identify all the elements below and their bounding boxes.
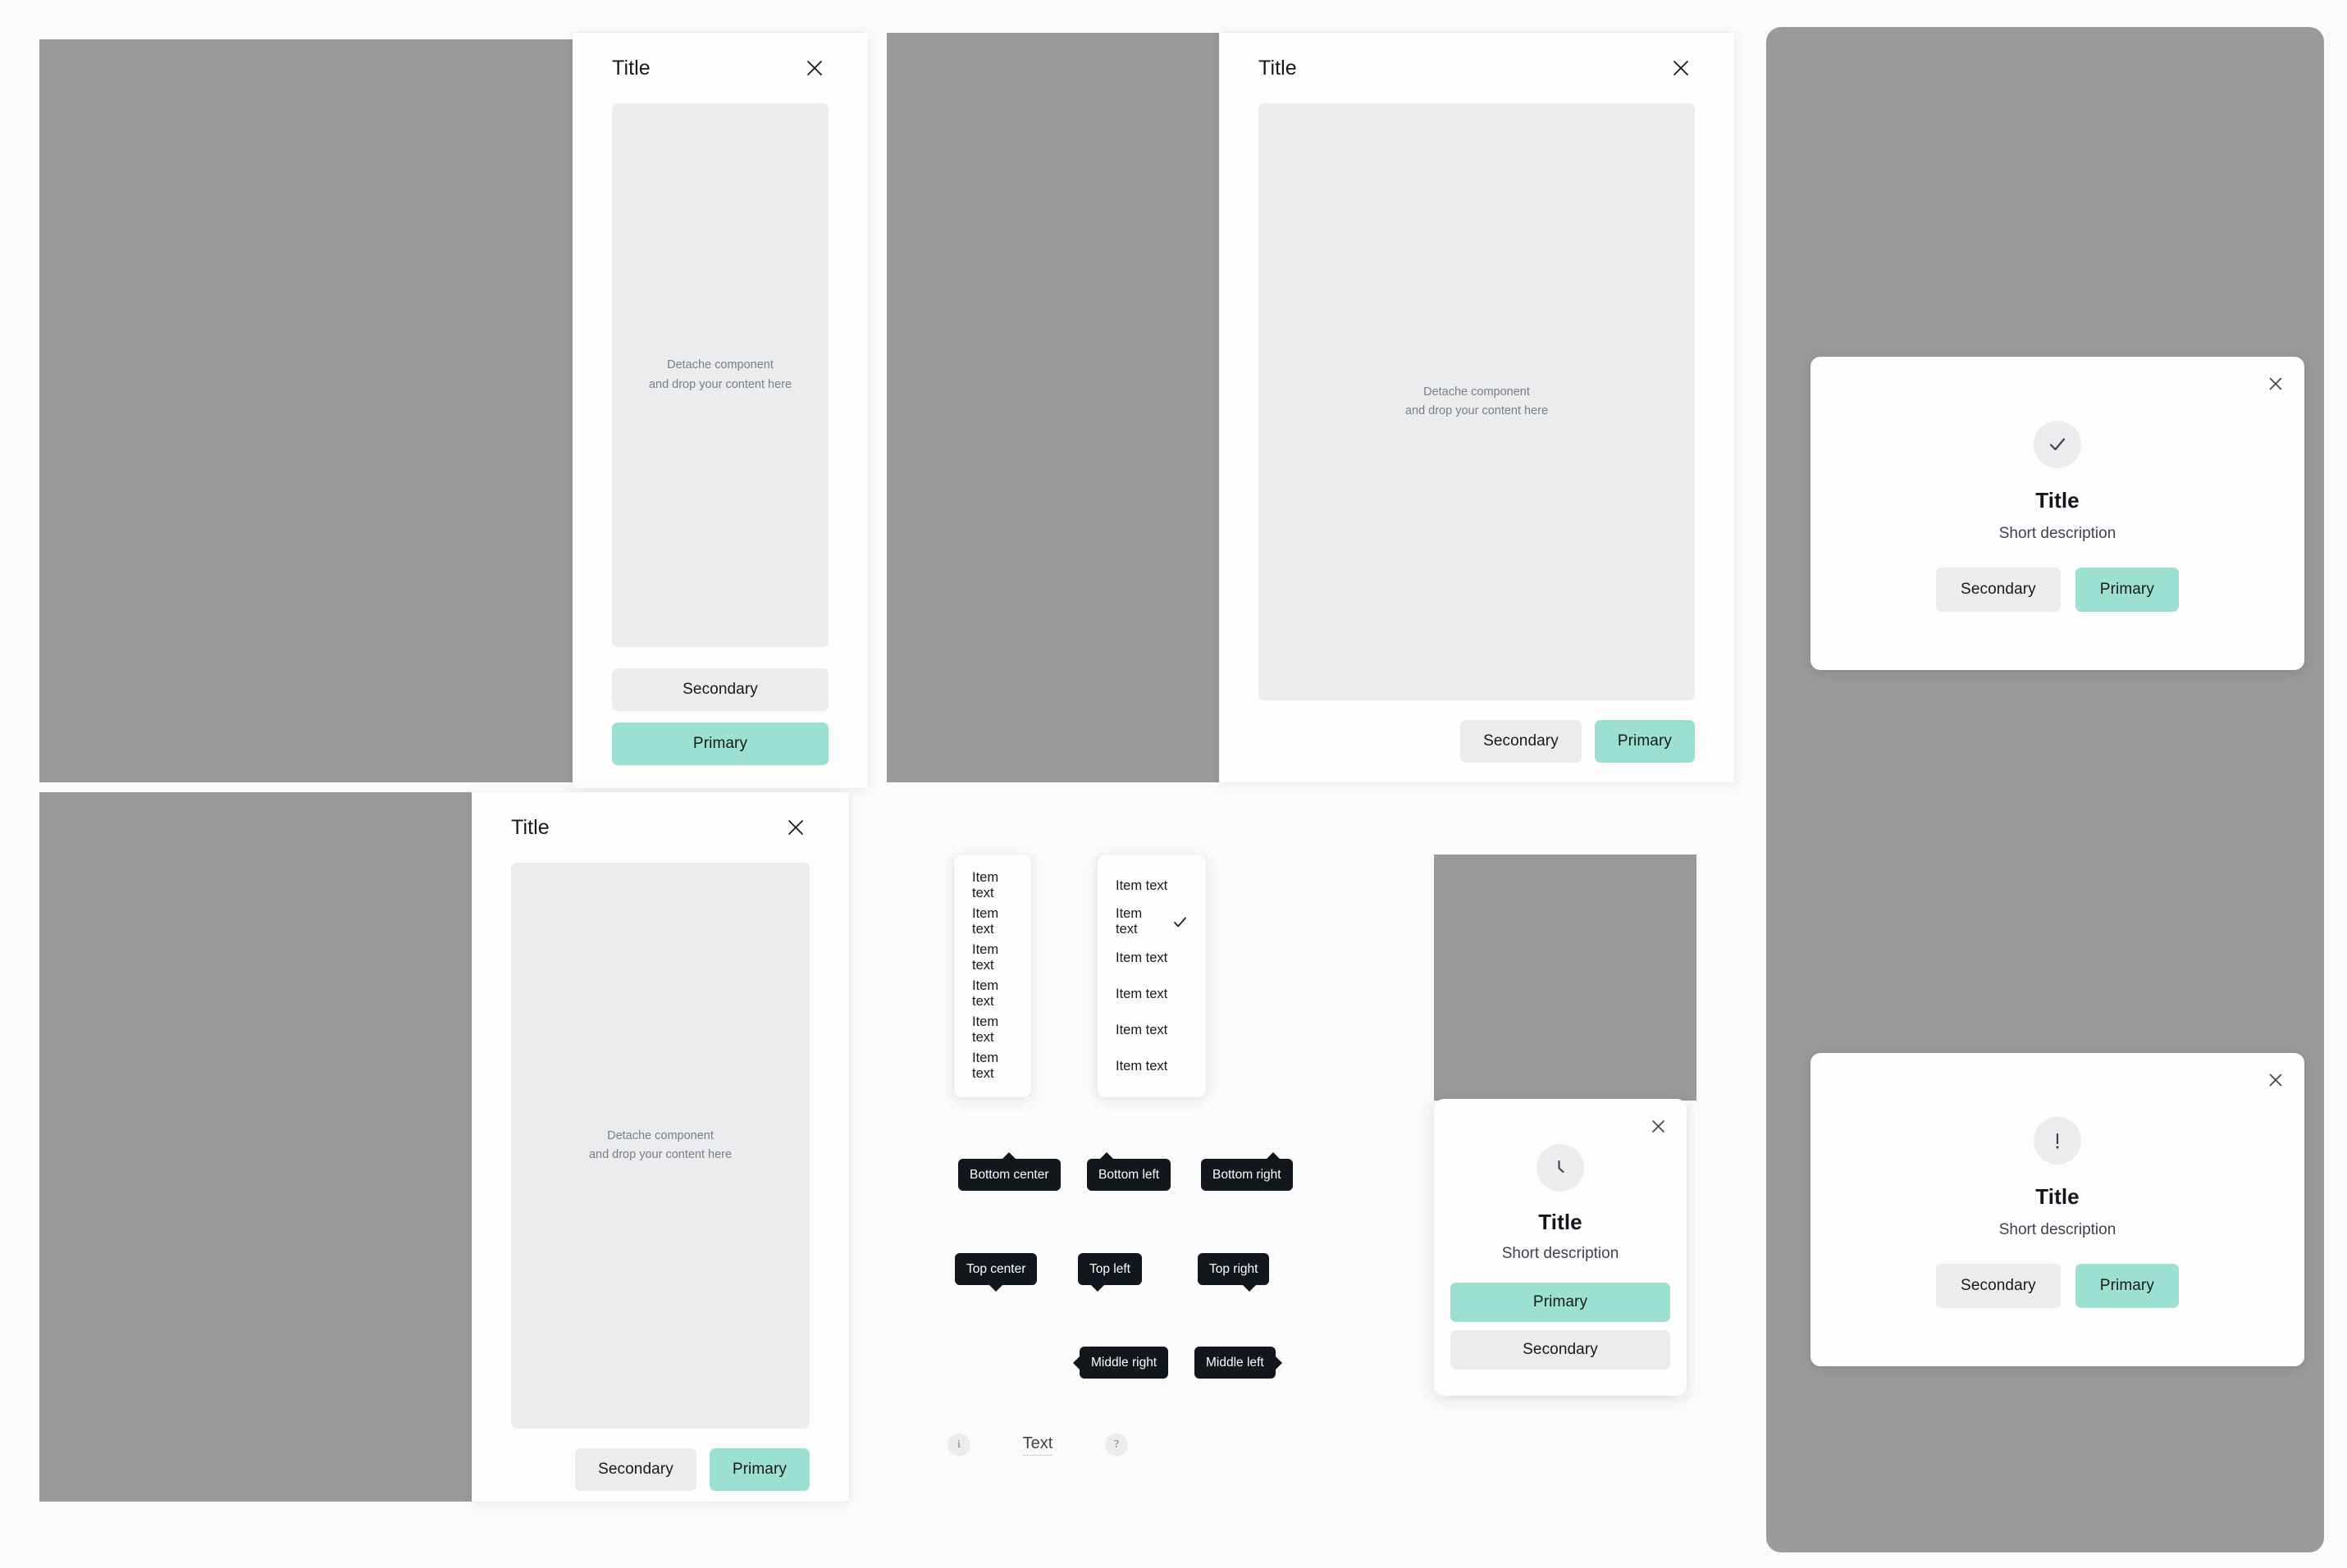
secondary-button[interactable]: Secondary <box>1936 1264 2061 1308</box>
menu-item-label: Item text <box>972 870 999 900</box>
wireframe-placeholder-block-2 <box>887 33 1219 782</box>
secondary-button[interactable]: Secondary <box>575 1448 696 1491</box>
page-title: Title <box>511 815 550 839</box>
dialog-success: Title Short description Secondary Primar… <box>1810 357 2304 670</box>
dropzone-label: Detache component and drop your content … <box>588 1128 733 1161</box>
primary-button[interactable]: Primary <box>1450 1283 1670 1322</box>
tooltip-top-center: Top center <box>955 1253 1038 1292</box>
dialog-description: Short description <box>1998 1221 2116 1238</box>
dropzone-label: Detache component and drop your content … <box>1404 385 1549 417</box>
dialog-title: Title <box>2035 488 2080 513</box>
menu-item-label: Item text <box>972 978 999 1009</box>
page-title: Title <box>612 56 651 80</box>
menu-item[interactable]: Item text <box>954 976 1031 1012</box>
info-glyph: i <box>957 1438 961 1451</box>
menu-item-selected[interactable]: Item text <box>1098 904 1206 940</box>
secondary-button[interactable]: Secondary <box>1936 567 2061 612</box>
tooltip-top-left: Top left <box>1078 1253 1142 1292</box>
tooltip-label: Bottom center <box>970 1167 1049 1182</box>
menu-item-label: Item text <box>972 1014 999 1045</box>
page-title: Title <box>1258 56 1297 80</box>
primary-button[interactable]: Primary <box>2075 1264 2179 1308</box>
help-glyph: ? <box>1113 1438 1120 1451</box>
close-icon[interactable] <box>782 814 810 841</box>
tooltip-middle-left: Middle left <box>1194 1347 1282 1379</box>
check-icon <box>1172 914 1188 930</box>
menu-item-label: Item text <box>1116 950 1168 965</box>
secondary-button[interactable]: Secondary <box>612 668 829 711</box>
menu-item[interactable]: Item text <box>954 904 1031 940</box>
side-panel-left: Title Detache component and drop your co… <box>573 33 868 788</box>
dropdown-menu-with-selection[interactable]: Item text Item text Item text Item text … <box>1098 855 1206 1097</box>
dialog-title: Title <box>1538 1210 1582 1234</box>
primary-button[interactable]: Primary <box>709 1448 810 1491</box>
tooltip-label: Bottom left <box>1098 1167 1160 1182</box>
dialog-warning: Title Short description Secondary Primar… <box>1810 1053 2304 1366</box>
check-icon <box>2034 421 2081 468</box>
clock-icon <box>1537 1144 1584 1192</box>
menu-item-label: Item text <box>1116 877 1168 893</box>
secondary-button[interactable]: Secondary <box>1450 1330 1670 1370</box>
tooltip-label: Top left <box>1089 1261 1130 1276</box>
side-panel-bottom: Title Detache component and drop your co… <box>472 792 849 1502</box>
menu-item-label: Item text <box>972 1051 999 1081</box>
exclamation-icon <box>2034 1117 2081 1165</box>
dialog-description: Short description <box>1501 1245 1619 1262</box>
content-dropzone[interactable]: Detache component and drop your content … <box>511 863 810 1429</box>
menu-item[interactable]: Item text <box>1098 868 1206 904</box>
secondary-button[interactable]: Secondary <box>1460 720 1582 763</box>
close-icon[interactable] <box>2263 1068 2288 1092</box>
close-icon[interactable] <box>801 54 829 82</box>
menu-item-label: Item text <box>972 942 999 973</box>
panel-header: Title <box>612 33 829 103</box>
content-dropzone[interactable]: Detache component and drop your content … <box>1258 103 1695 700</box>
wireframe-placeholder-block-4 <box>1434 855 1696 1101</box>
dropdown-menu-plain[interactable]: Item text Item text Item text Item text … <box>954 855 1031 1097</box>
menu-item[interactable]: Item text <box>954 868 1031 904</box>
tooltip-middle-right: Middle right <box>1072 1347 1169 1379</box>
menu-item-label: Item text <box>1116 906 1143 937</box>
menu-item[interactable]: Item text <box>1098 1012 1206 1048</box>
tooltip-bottom-center: Bottom center <box>958 1152 1061 1191</box>
primary-button[interactable]: Primary <box>1594 720 1695 763</box>
tooltip-label: Top center <box>966 1261 1026 1276</box>
tooltip-top-right: Top right <box>1198 1253 1270 1292</box>
menu-item-label: Item text <box>1116 986 1168 1001</box>
wireframe-placeholder-block-3 <box>39 792 472 1502</box>
menu-item[interactable]: Item text <box>954 940 1031 976</box>
close-icon[interactable] <box>1667 54 1695 82</box>
menu-item[interactable]: Item text <box>954 1012 1031 1048</box>
tooltip-label: Top right <box>1209 1261 1258 1276</box>
tooltip-label: Middle right <box>1091 1355 1158 1370</box>
hint-text[interactable]: Text <box>1022 1434 1053 1456</box>
tooltip-bottom-right: Bottom right <box>1201 1152 1293 1191</box>
help-icon[interactable]: ? <box>1105 1434 1128 1456</box>
content-dropzone[interactable]: Detache component and drop your content … <box>612 103 829 647</box>
panel-header: Title <box>511 792 810 863</box>
menu-item[interactable]: Item text <box>1098 940 1206 976</box>
primary-button[interactable]: Primary <box>612 722 829 765</box>
menu-item[interactable]: Item text <box>1098 1048 1206 1084</box>
wireframe-placeholder-block-1 <box>39 39 573 782</box>
primary-button[interactable]: Primary <box>2075 567 2179 612</box>
menu-item[interactable]: Item text <box>1098 976 1206 1012</box>
close-icon[interactable] <box>1646 1114 1670 1138</box>
tooltip-label: Bottom right <box>1212 1167 1281 1182</box>
info-icon[interactable]: i <box>947 1434 970 1456</box>
menu-item-label: Item text <box>972 906 999 937</box>
menu-item-label: Item text <box>1116 1058 1168 1073</box>
side-panel-wide: Title Detache component and drop your co… <box>1219 33 1734 782</box>
hint-row: i Text ? <box>947 1434 1128 1456</box>
tooltip-label: Middle left <box>1206 1355 1264 1370</box>
panel-header: Title <box>1258 33 1695 103</box>
dialog-title: Title <box>2035 1184 2080 1209</box>
mobile-sheet-modal: Title Short description Primary Secondar… <box>1434 1099 1687 1396</box>
menu-item[interactable]: Item text <box>954 1048 1031 1084</box>
menu-item-label: Item text <box>1116 1022 1168 1037</box>
close-icon[interactable] <box>2263 371 2288 396</box>
dialog-description: Short description <box>1998 525 2116 542</box>
tooltip-bottom-left: Bottom left <box>1087 1152 1171 1191</box>
dropzone-label: Detache component and drop your content … <box>648 358 792 391</box>
